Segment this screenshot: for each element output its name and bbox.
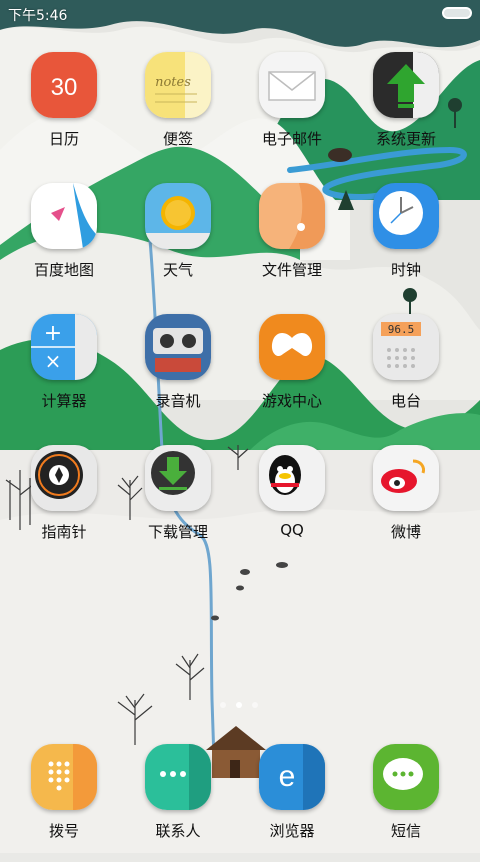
dock-messages[interactable]: 短信 [349,740,463,862]
game-center-icon [259,314,325,380]
app-weibo[interactable]: 微博 [349,441,463,563]
page-dot-active[interactable] [236,702,242,708]
app-label: 百度地图 [33,261,94,279]
app-system-update[interactable]: 系统更新 [349,48,463,170]
app-clock[interactable]: 时钟 [349,179,463,301]
app-label: 系统更新 [375,130,436,148]
svg-text:×: × [45,349,62,373]
app-label: 便签 [162,130,193,148]
app-calculator[interactable]: + × 计算器 [7,310,121,432]
app-label: 电子邮件 [261,130,322,148]
app-compass[interactable]: 指南针 [7,441,121,563]
app-label: 短信 [390,822,421,840]
baidu-map-icon [31,183,97,249]
battery-icon [442,7,472,19]
app-email[interactable]: 电子邮件 [235,48,349,170]
calculator-icon: + × [31,314,97,380]
app-game-center[interactable]: 游戏中心 [235,310,349,432]
dialer-icon [31,744,97,810]
app-notes[interactable]: notes 便签 [121,48,235,170]
app-recorder[interactable]: 录音机 [121,310,235,432]
svg-text:96.5: 96.5 [388,323,415,336]
qq-penguin-icon [259,445,325,511]
app-label: 计算器 [41,392,87,410]
compass-icon [31,445,97,511]
calendar-icon: 30 [31,52,97,118]
notes-icon: notes [145,52,211,118]
page-dot[interactable] [252,702,258,708]
app-weather[interactable]: 天气 [121,179,235,301]
app-baidu-map[interactable]: 百度地图 [7,179,121,301]
radio-icon: 96.5 [373,314,439,380]
app-label: 指南针 [41,523,87,541]
contacts-icon [145,744,211,810]
app-label: 下载管理 [147,523,208,541]
app-label: 日历 [48,130,79,148]
app-file-manager[interactable]: 文件管理 [235,179,349,301]
app-label: 文件管理 [261,261,322,279]
app-label: 微博 [390,523,421,541]
dock-contacts[interactable]: 联系人 [121,740,235,862]
app-label: 电台 [390,392,421,410]
app-label: 天气 [162,261,193,279]
recorder-icon [145,314,211,380]
app-qq[interactable]: QQ [235,441,349,563]
page-dot[interactable] [220,702,226,708]
app-label: 时钟 [390,261,421,279]
browser-icon: e [259,744,325,810]
app-radio[interactable]: 96.5 电台 [349,310,463,432]
page-indicator [214,700,268,710]
weather-sun-icon [145,183,211,249]
clock-icon [373,183,439,249]
system-update-icon [373,52,439,118]
app-label: 拨号 [48,822,79,840]
download-manager-icon [145,445,211,511]
app-download-manager[interactable]: 下载管理 [121,441,235,563]
app-label: 浏览器 [269,822,315,840]
svg-text:+: + [44,321,62,346]
svg-text:e: e [279,760,296,793]
status-time: 下午5:46 [8,8,68,24]
dock: 拨号 联系人 e 浏览器 短信 [0,740,480,853]
svg-text:30: 30 [51,74,78,101]
svg-text:notes: notes [155,75,191,90]
email-icon [259,52,325,118]
dock-dialer[interactable]: 拨号 [7,740,121,862]
app-label: 联系人 [155,822,201,840]
status-bar: 下午5:46 [0,0,480,28]
dock-browser[interactable]: e 浏览器 [235,740,349,862]
file-manager-icon [259,183,325,249]
app-label: 录音机 [155,392,201,410]
weibo-icon [373,445,439,511]
messages-icon [373,744,439,810]
app-label: 游戏中心 [261,392,322,410]
app-calendar[interactable]: 30 日历 [7,48,121,170]
app-label: QQ [280,521,304,539]
